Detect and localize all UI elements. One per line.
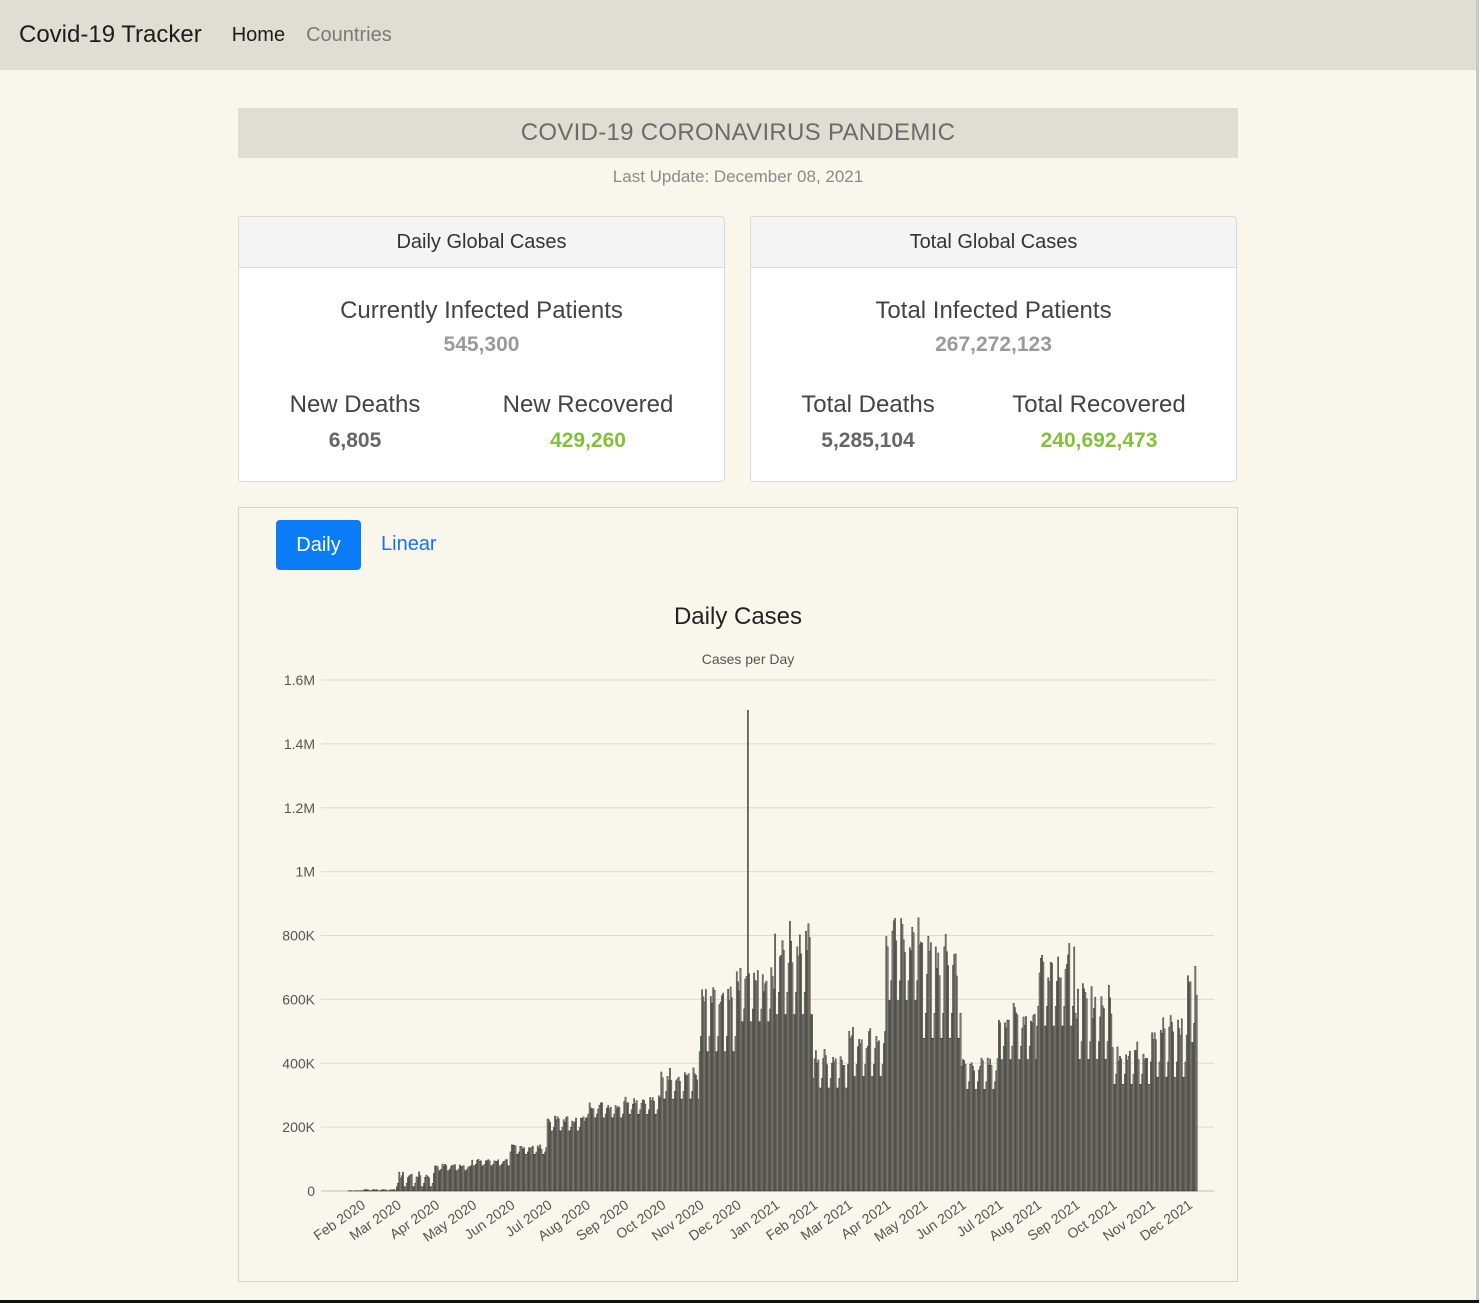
currently-infected-value: 545,300 <box>443 333 520 356</box>
new-recovered-label: New Recovered <box>502 391 674 418</box>
total-infected-label: Total Infected Patients <box>875 297 1112 324</box>
y-tick-label: 600K <box>282 991 315 1007</box>
navbar: Covid-19 Tracker Home Countries <box>0 0 1476 70</box>
chart-y-label: Cases per Day <box>702 651 795 667</box>
y-tick-label: 1.2M <box>284 800 315 816</box>
y-tick-label: 400K <box>282 1055 315 1071</box>
new-deaths-stat: New Deaths 6,805 <box>289 391 421 453</box>
daily-global-cases-card: Daily Global Cases Currently Infected Pa… <box>238 216 725 482</box>
new-recovered-stat: New Recovered 429,260 <box>502 391 674 453</box>
total-deaths-label: Total Deaths <box>801 391 935 418</box>
nav-countries-link[interactable]: Countries <box>306 24 392 47</box>
chart-bar <box>1195 995 1198 1192</box>
currently-infected-label: Currently Infected Patients <box>340 297 623 324</box>
daily-cases-chart: Daily Cases Cases per Day 0 200K 400K 600K 8… <box>282 603 1214 1245</box>
page-title: COVID-19 CORONAVIRUS PANDEMIC <box>238 108 1238 158</box>
new-deaths-value: 6,805 <box>328 429 382 452</box>
last-update-text: Last Update: December 08, 2021 <box>612 167 864 186</box>
card-header: Daily Global Cases <box>239 217 724 268</box>
nav-home-link[interactable]: Home <box>232 24 285 47</box>
y-tick-label: 200K <box>282 1119 315 1135</box>
y-tick-label: 1.4M <box>284 736 315 752</box>
total-recovered-value: 240,692,473 <box>1040 429 1158 452</box>
card-header: Total Global Cases <box>751 217 1236 268</box>
total-infected-value: 267,272,123 <box>935 333 1052 356</box>
total-recovered-stat: Total Recovered 240,692,473 <box>1011 391 1187 453</box>
total-global-cases-card: Total Global Cases Total Infected Patien… <box>750 216 1237 482</box>
chart-card: Daily Linear Daily Cases Cases per Day 0… <box>238 507 1238 1282</box>
total-deaths-value: 5,285,104 <box>821 429 915 452</box>
y-tick-label: 1M <box>296 864 315 880</box>
y-tick-label: 0 <box>307 1183 315 1199</box>
y-tick-label: 800K <box>282 928 315 944</box>
chart-title: Daily Cases <box>674 603 802 630</box>
y-tick-label: 1.6M <box>284 672 315 688</box>
brand-logo[interactable]: Covid-19 Tracker <box>19 21 202 49</box>
new-deaths-label: New Deaths <box>289 391 421 418</box>
total-deaths-stat: Total Deaths 5,285,104 <box>801 391 935 453</box>
total-recovered-label: Total Recovered <box>1012 391 1186 418</box>
new-recovered-value: 429,260 <box>550 429 626 452</box>
